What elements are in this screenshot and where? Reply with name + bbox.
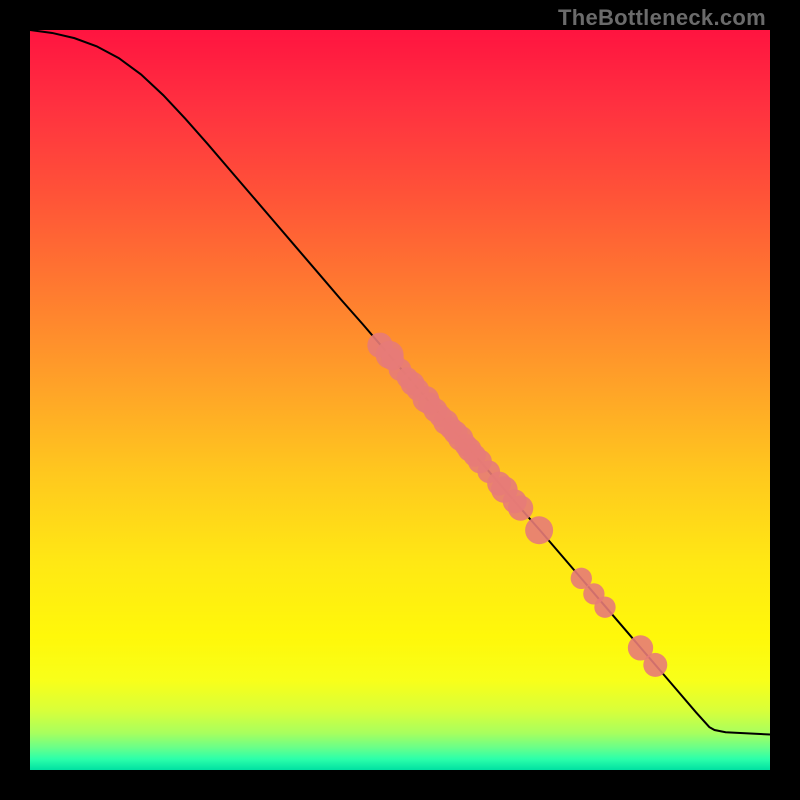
chart-plot-area [30, 30, 770, 770]
watermark-text: TheBottleneck.com [558, 5, 766, 31]
chart-overlay [30, 30, 770, 770]
